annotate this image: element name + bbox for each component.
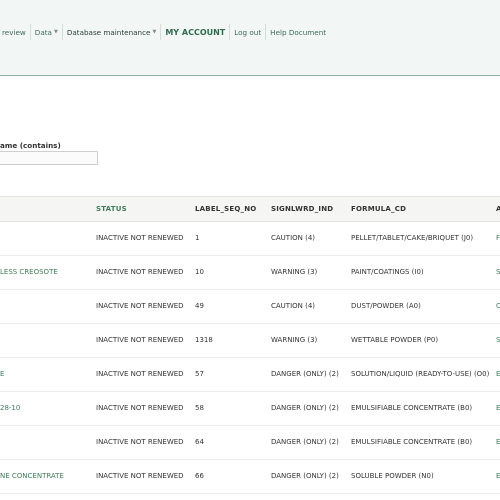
table-row: INACTIVE NOT RENEWED 1318 WARNING (3) WE… [0,323,500,358]
signal-word-cell: DANGER (ONLY) (2) [271,459,351,494]
status-cell: INACTIVE NOT RENEWED [96,289,195,324]
product-name-link[interactable]: 28-10 [0,391,96,426]
product-name-link[interactable] [0,323,96,358]
status-cell: INACTIVE NOT RENEWED [96,255,195,290]
results-table: STATUS LABEL_SEQ_NO SIGNLWRD_IND FORMULA… [0,196,500,494]
table-row: NE CONCENTRATE INACTIVE NOT RENEWED 66 D… [0,459,500,494]
table-row: INACTIVE NOT RENEWED 64 DANGER (ONLY) (2… [0,425,500,460]
label-seq-no-cell: 49 [195,289,271,324]
product-name-link[interactable]: E [0,357,96,392]
truncated-cell: E [496,391,500,426]
label-seq-no-cell: 1318 [195,323,271,358]
label-seq-no-cell: 66 [195,459,271,494]
status-cell: INACTIVE NOT RENEWED [96,323,195,358]
nav-data-menu[interactable]: Data ▼ [31,24,62,40]
table-header-row: STATUS LABEL_SEQ_NO SIGNLWRD_IND FORMULA… [0,196,500,222]
table-row: 28-10 INACTIVE NOT RENEWED 58 DANGER (ON… [0,391,500,426]
chevron-down-icon: ▼ [152,29,157,35]
nav-my-account-label: MY ACCOUNT [165,27,226,37]
nav-help-document[interactable]: Help Document [266,24,330,40]
truncated-cell: S [496,255,500,290]
nav-help-document-label: Help Document [270,27,327,37]
signal-word-cell: WARNING (3) [271,323,351,358]
nav-database-maintenance-label: Database maintenance [66,27,151,37]
status-cell: INACTIVE NOT RENEWED [96,425,195,460]
formula-cell: PAINT/COATINGS (I0) [351,255,496,290]
truncated-cell: E [496,459,500,494]
label-seq-no-cell: 57 [195,357,271,392]
truncated-cell: F [496,221,500,256]
formula-cell: EMULSIFIABLE CONCENTRATE (B0) [351,425,496,460]
product-name-link[interactable] [0,425,96,460]
nav-data-label: Data [34,27,52,37]
name-filter-label: ame (contains) [0,141,61,150]
column-header-formula-cd[interactable]: FORMULA_CD [351,196,496,222]
status-cell: INACTIVE NOT RENEWED [96,459,195,494]
formula-cell: SOLUTION/LIQUID (READY-TO-USE) (O0) [351,357,496,392]
table-row: E INACTIVE NOT RENEWED 57 DANGER (ONLY) … [0,357,500,392]
formula-cell: SOLUBLE POWDER (N0) [351,459,496,494]
table-row: LESS CREOSOTE INACTIVE NOT RENEWED 10 WA… [0,255,500,290]
top-navigation-bar: review Data ▼ Database maintenance ▼ MY AC… [0,0,500,76]
truncated-cell: C [496,289,500,324]
nav-database-maintenance-menu[interactable]: Database maintenance ▼ [63,24,161,40]
product-name-link[interactable] [0,289,96,324]
product-name-link[interactable]: NE CONCENTRATE [0,459,96,494]
label-seq-no-cell: 1 [195,221,271,256]
signal-word-cell: DANGER (ONLY) (2) [271,425,351,460]
nav-log-out[interactable]: Log out [230,24,265,40]
chevron-down-icon: ▼ [53,29,58,35]
label-seq-no-cell: 58 [195,391,271,426]
formula-cell: WETTABLE POWDER (P0) [351,323,496,358]
product-name-link[interactable] [0,221,96,256]
main-nav: review Data ▼ Database maintenance ▼ MY AC… [0,24,330,40]
signal-word-cell: DANGER (ONLY) (2) [271,391,351,426]
status-cell: INACTIVE NOT RENEWED [96,391,195,426]
signal-word-cell: DANGER (ONLY) (2) [271,357,351,392]
label-seq-no-cell: 64 [195,425,271,460]
product-name-link[interactable]: LESS CREOSOTE [0,255,96,290]
nav-my-account[interactable]: MY ACCOUNT [161,24,229,40]
nav-review[interactable]: review [0,24,30,40]
signal-word-cell: CAUTION (4) [271,289,351,324]
table-row: INACTIVE NOT RENEWED 49 CAUTION (4) DUST… [0,289,500,324]
table-row: INACTIVE NOT RENEWED 1 CAUTION (4) PELLE… [0,221,500,256]
results-table-container: STATUS LABEL_SEQ_NO SIGNLWRD_IND FORMULA… [0,196,500,494]
formula-cell: DUST/POWDER (A0) [351,289,496,324]
truncated-cell: E [496,357,500,392]
status-cell: INACTIVE NOT RENEWED [96,357,195,392]
column-header-label-seq-no[interactable]: LABEL_SEQ_NO [195,196,271,222]
column-header-next[interactable]: A [496,196,500,222]
status-cell: INACTIVE NOT RENEWED [96,221,195,256]
formula-cell: EMULSIFIABLE CONCENTRATE (B0) [351,391,496,426]
column-header-signlwrd-ind[interactable]: SIGNLWRD_IND [271,196,351,222]
truncated-cell: S ( [496,323,500,358]
nav-review-label: review [2,27,26,37]
truncated-cell: E [496,425,500,460]
signal-word-cell: WARNING (3) [271,255,351,290]
formula-cell: PELLET/TABLET/CAKE/BRIQUET (J0) [351,221,496,256]
nav-log-out-label: Log out [234,27,262,37]
column-header-status[interactable]: STATUS [96,196,195,222]
column-header-name[interactable] [0,196,96,222]
signal-word-cell: CAUTION (4) [271,221,351,256]
name-filter-input[interactable] [0,151,98,165]
label-seq-no-cell: 10 [195,255,271,290]
